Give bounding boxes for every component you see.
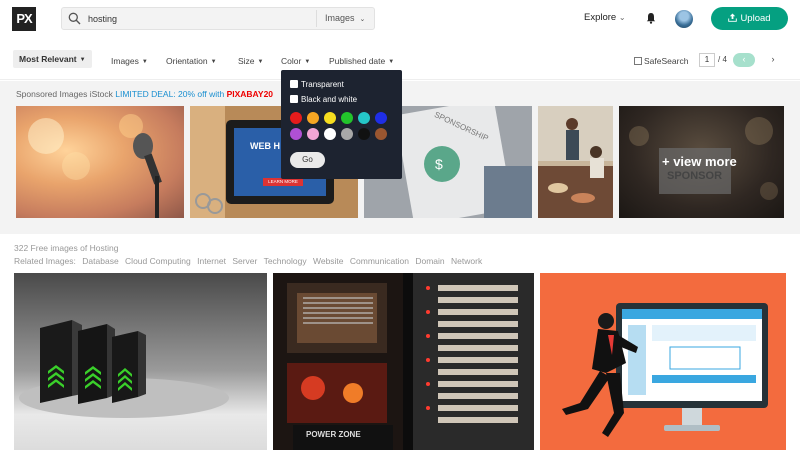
explore-menu[interactable]: Explore ⌄ (584, 12, 626, 23)
color-swatch[interactable] (307, 112, 319, 124)
view-more-sub: SPONSOR (667, 170, 723, 182)
sort-label: Most Relevant (19, 54, 77, 64)
filter-color[interactable]: Color ▼ (281, 56, 310, 66)
color-swatch[interactable] (290, 128, 302, 140)
sponsored-promo-code: PIXABAY20 (226, 89, 274, 99)
related-tag[interactable]: Technology (264, 256, 307, 266)
related-tag[interactable]: Website (313, 256, 344, 266)
search-bar: Images ⌄ (61, 7, 375, 30)
chevron-right-icon: › (771, 54, 775, 64)
caret-down-icon: ▼ (257, 59, 264, 65)
results-count: 322 Free images of Hosting (14, 243, 119, 253)
sponsored-prefix: Sponsored Images iStock (16, 89, 113, 99)
color-swatch[interactable] (375, 128, 387, 140)
tablet-heading: WEB H (250, 141, 280, 151)
search-type-label: Images (325, 13, 355, 23)
sponsored-deal-link[interactable]: LIMITED DEAL: 20% off with (115, 89, 224, 99)
search-type-select[interactable]: Images ⌄ (316, 10, 372, 27)
sponsored-view-more[interactable]: + view more SPONSOR (619, 106, 784, 218)
transparent-option[interactable]: Transparent (290, 80, 344, 89)
chevron-left-icon: ‹ (742, 54, 746, 64)
tablet-learn-more: LEARN MORE (263, 178, 303, 186)
filter-orientation-label: Orientation (166, 56, 208, 66)
servers-illustration (19, 320, 229, 418)
safesearch-checkbox[interactable] (634, 57, 642, 65)
filter-size[interactable]: Size ▼ (238, 56, 264, 66)
caret-down-icon: ▼ (79, 57, 86, 63)
dinner-illustration (538, 106, 613, 218)
related-label: Related Images: (14, 256, 76, 266)
result-image-businessman[interactable] (540, 273, 786, 450)
chevron-down-icon: ⌄ (359, 16, 366, 23)
caret-down-icon: ▼ (141, 59, 148, 65)
filter-published-label: Published date (329, 56, 386, 66)
microphone-illustration (28, 114, 162, 218)
explore-label: Explore (584, 12, 617, 23)
top-header: PX Images ⌄ Explore ⌄ Upload (0, 0, 800, 37)
transparent-checkbox[interactable] (290, 80, 298, 88)
black-white-option[interactable]: Black and white (290, 95, 357, 104)
search-icon[interactable] (68, 12, 81, 25)
sponsored-banner: Sponsored Images iStock LIMITED DEAL: 20… (16, 89, 273, 99)
sort-relevance-dropdown[interactable]: Most Relevant ▼ (13, 50, 92, 68)
user-avatar[interactable] (675, 10, 693, 28)
color-swatch[interactable] (358, 128, 370, 140)
svg-text:$: $ (435, 156, 443, 172)
upload-button[interactable]: Upload (711, 7, 788, 30)
filter-published-date[interactable]: Published date ▼ (329, 56, 394, 66)
black-white-label: Black and white (301, 95, 358, 104)
filter-images[interactable]: Images ▼ (111, 56, 148, 66)
related-tag[interactable]: Network (451, 256, 482, 266)
related-tag[interactable]: Cloud Computing (125, 256, 191, 266)
color-swatch[interactable] (307, 128, 319, 140)
view-more-label: + view more (662, 154, 737, 169)
caret-down-icon: ▼ (210, 59, 217, 65)
color-swatch[interactable] (341, 128, 353, 140)
businessman-illustration (562, 303, 768, 437)
server-rack-illustration (273, 273, 534, 450)
upload-label: Upload (740, 13, 771, 24)
sponsored-image-family-dinner[interactable] (538, 106, 613, 218)
go-button[interactable]: Go (290, 152, 325, 168)
related-tag[interactable]: Domain (415, 256, 444, 266)
search-input[interactable] (88, 11, 308, 27)
chevron-down-icon: ⌄ (618, 13, 626, 22)
bell-icon[interactable] (646, 12, 656, 24)
sponsored-image-microphone[interactable] (16, 106, 184, 218)
power-zone-caption: POWER ZONE (306, 430, 361, 439)
next-page-button[interactable]: › (766, 53, 780, 67)
related-tags: Related Images: Database Cloud Computing… (14, 256, 486, 266)
site-logo[interactable]: PX (12, 7, 36, 31)
page-total: / 4 (718, 55, 727, 64)
caret-down-icon: ▼ (388, 59, 395, 65)
result-image-server-rack[interactable]: POWER ZONE (273, 273, 534, 450)
filter-size-label: Size (238, 56, 255, 66)
related-tag[interactable]: Database (82, 256, 118, 266)
color-swatch[interactable] (358, 112, 370, 124)
color-swatch[interactable] (375, 112, 387, 124)
safesearch-toggle[interactable]: SafeSearch (634, 56, 688, 66)
color-swatch[interactable] (290, 112, 302, 124)
page-number-input[interactable]: 1 (699, 53, 715, 67)
caret-down-icon: ▼ (304, 59, 311, 65)
result-image-servers[interactable] (14, 273, 267, 450)
related-tag[interactable]: Communication (350, 256, 409, 266)
color-swatch[interactable] (341, 112, 353, 124)
related-tag[interactable]: Internet (197, 256, 226, 266)
transparent-label: Transparent (301, 80, 344, 89)
color-swatch[interactable] (324, 112, 336, 124)
filter-color-label: Color (281, 56, 302, 66)
prev-page-button[interactable]: ‹ (733, 53, 755, 67)
color-filter-dropdown: Transparent Black and white Go (281, 70, 402, 179)
safesearch-label: SafeSearch (644, 56, 689, 66)
upload-icon (728, 13, 738, 22)
related-tag[interactable]: Server (232, 256, 257, 266)
black-white-checkbox[interactable] (290, 95, 298, 103)
color-swatch[interactable] (324, 128, 336, 140)
filter-images-label: Images (111, 56, 139, 66)
filter-orientation[interactable]: Orientation ▼ (166, 56, 217, 66)
